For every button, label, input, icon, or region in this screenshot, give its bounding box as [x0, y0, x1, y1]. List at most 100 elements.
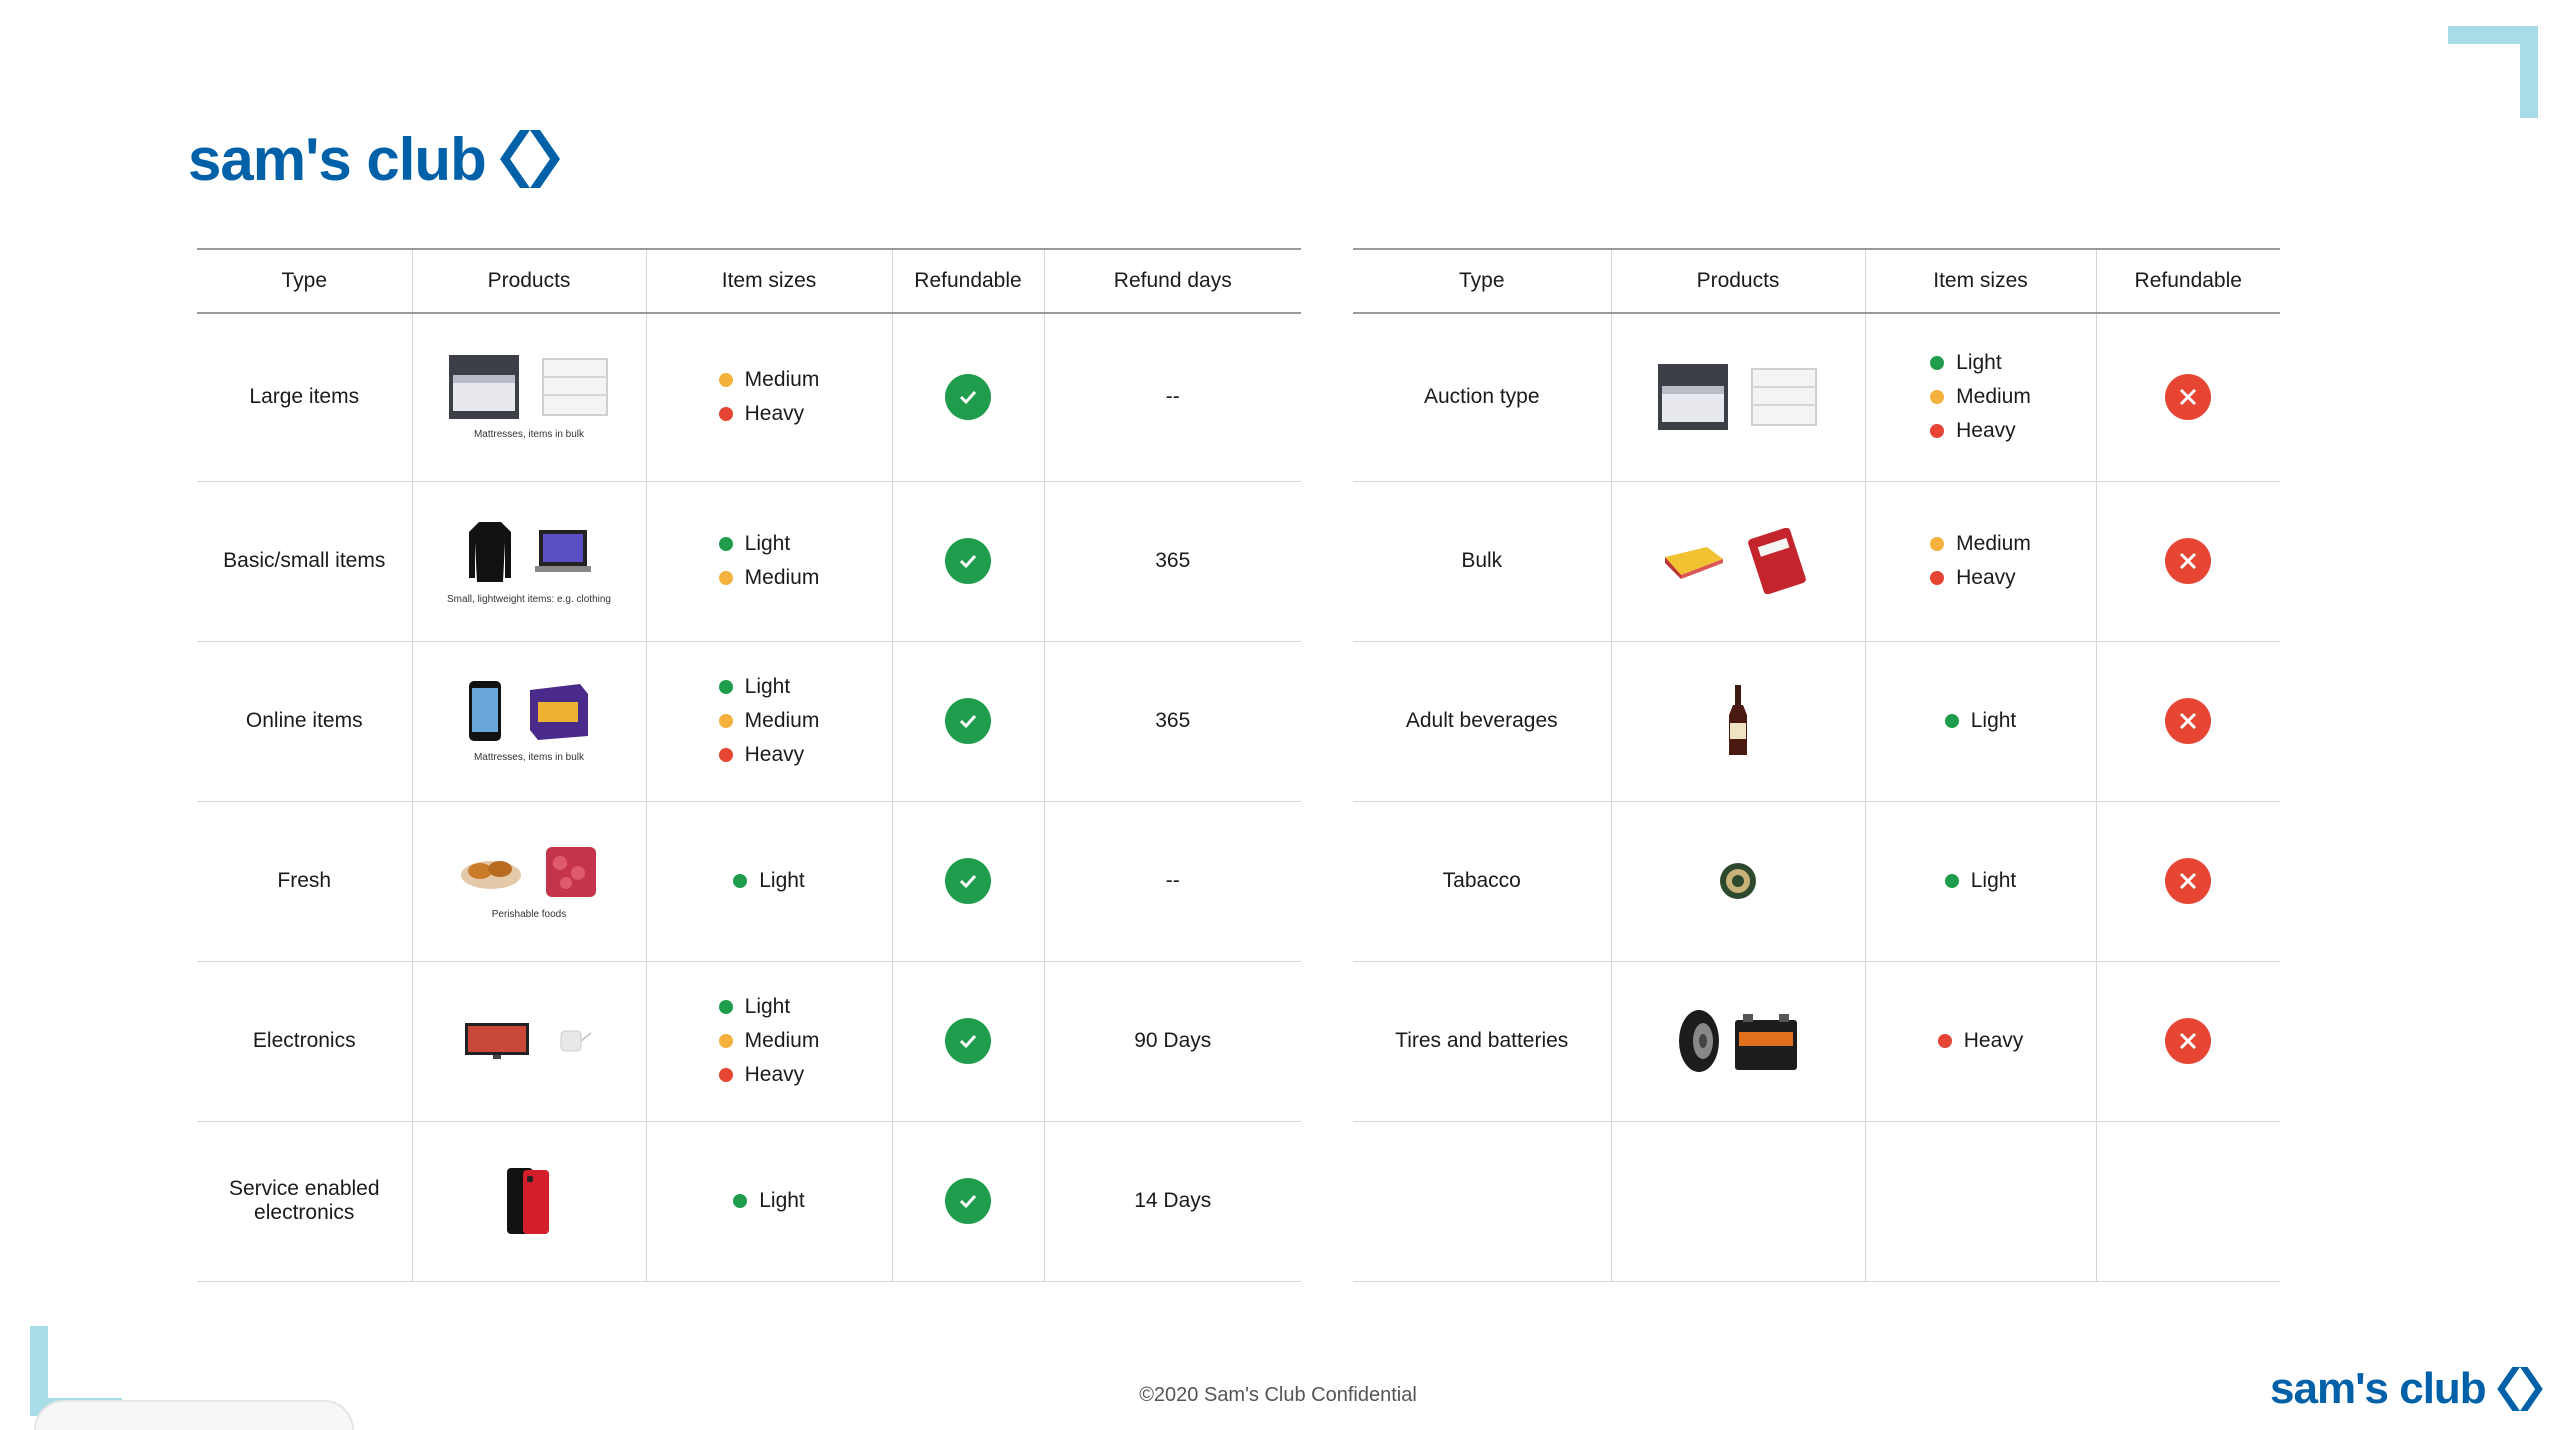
diamond-logo-icon [2496, 1367, 2543, 1411]
column-header: Refundable [2095, 248, 2280, 314]
refundable-cell [891, 481, 1044, 642]
tv-product-image [465, 1023, 529, 1059]
size-heavy: Heavy [1930, 419, 2031, 443]
tobacco-tin-product-image [1720, 863, 1756, 899]
table-row: Fresh Perishable foods Light -- [197, 801, 1301, 962]
table-row: Online items Mattresses, items in bulk L… [197, 641, 1301, 802]
refundable-cell [2095, 1121, 2280, 1282]
size-light: Light [1944, 709, 2016, 733]
product-caption: Perishable foods [491, 908, 567, 920]
refundable-cell [891, 313, 1044, 482]
smartphone-product-image [507, 1168, 549, 1234]
cross-icon [2165, 374, 2212, 421]
column-header: Item sizes [645, 248, 892, 314]
size-light: Light [718, 995, 820, 1019]
table-row: Electronics Light Medium Heavy 90 Days [197, 961, 1301, 1122]
column-header: Item sizes [1864, 248, 2096, 314]
check-icon [945, 698, 991, 744]
refund-days-cell: 14 Days [1043, 1121, 1301, 1282]
medium-dot-icon [1930, 537, 1945, 551]
raspberries-product-image [546, 846, 596, 897]
diamond-logo-icon [499, 130, 560, 188]
type-cell: Electronics [197, 961, 412, 1122]
products-cell [411, 961, 646, 1122]
product-caption: Mattresses, items in bulk [473, 751, 585, 763]
non-refundable-items-table: Type Products Item sizes Refundable Auct… [1353, 248, 2280, 1282]
item-sizes-cell: Light Medium Heavy [1864, 313, 2096, 482]
size-heavy: Heavy [718, 743, 820, 767]
dresser-product-image [1751, 368, 1817, 427]
size-medium: Medium [718, 566, 819, 590]
medium-dot-icon [718, 714, 733, 728]
medium-dot-icon [718, 571, 733, 585]
column-header: Type [1353, 248, 1611, 314]
item-sizes-cell: Light Medium Heavy [645, 961, 892, 1122]
mattress-product-image [1658, 364, 1728, 431]
type-cell: Basic/small items [197, 481, 412, 642]
sweater-product-image [469, 521, 511, 582]
corner-accent-top-right [2448, 26, 2538, 118]
refundable-cell [891, 801, 1044, 962]
item-sizes-cell: Light Medium [645, 481, 892, 642]
size-medium: Medium [718, 709, 819, 733]
confidential-footer: ©2020 Sam's Club Confidential [1139, 1384, 1417, 1406]
table-row: Tires and batteries Heavy [1353, 961, 2280, 1122]
gum-pack-product-image [1748, 528, 1806, 594]
cross-icon [2165, 698, 2212, 744]
refundable-cell [2095, 313, 2280, 482]
item-sizes-cell [1864, 1121, 2096, 1282]
snack-box-product-image [530, 683, 588, 740]
size-light: Light [718, 675, 820, 699]
refundable-items-table: Type Products Item sizes Refundable Refu… [197, 248, 1301, 1282]
cross-icon [2165, 1018, 2212, 1064]
refundable-cell [891, 1121, 1044, 1282]
table-header-row: Type Products Item sizes Refundable Refu… [197, 248, 1301, 314]
medium-dot-icon [1930, 390, 1945, 405]
refundable-cell [2095, 481, 2280, 642]
type-cell: Adult beverages [1353, 641, 1611, 802]
size-heavy: Heavy [718, 402, 820, 426]
type-cell: Tires and batteries [1353, 961, 1611, 1122]
column-header: Refundable [891, 248, 1044, 314]
column-header: Refund days [1043, 248, 1301, 314]
product-caption: Small, lightweight items: e.g. clothing [447, 593, 611, 605]
products-cell: Small, lightweight items: e.g. clothing [411, 481, 646, 642]
mattress-product-image [449, 354, 519, 419]
refund-days-cell: -- [1043, 801, 1301, 962]
table-row: Large items Mattresses, items in bulk Me… [197, 313, 1301, 482]
type-cell: Service enabled electronics [197, 1121, 412, 1282]
products-cell: Mattresses, items in bulk [411, 641, 646, 802]
medium-dot-icon [718, 1034, 733, 1048]
brand-logo: sam's club [188, 126, 566, 193]
light-dot-icon [718, 680, 733, 694]
type-cell: Online items [197, 641, 412, 802]
column-header: Type [197, 248, 412, 314]
refundable-cell [2095, 801, 2280, 962]
heavy-dot-icon [718, 407, 733, 422]
size-light: Light [1944, 869, 2016, 893]
refund-days-cell: 365 [1043, 481, 1301, 642]
size-light: Light [718, 532, 820, 556]
check-icon [945, 1018, 991, 1064]
light-dot-icon [733, 1193, 748, 1208]
laptop-product-image [535, 529, 591, 572]
item-sizes-cell: Light [645, 1121, 892, 1282]
size-heavy: Heavy [1930, 566, 2031, 590]
refundable-cell [891, 641, 1044, 802]
medium-dot-icon [718, 373, 733, 388]
products-cell: Perishable foods [411, 801, 646, 962]
products-cell [1610, 801, 1865, 962]
table-row: Adult beverages Light [1353, 641, 2280, 802]
column-header: Products [1610, 248, 1865, 314]
heavy-dot-icon [718, 748, 733, 762]
size-light: Light [733, 1189, 805, 1213]
products-cell [411, 1121, 646, 1282]
table-row-empty [1353, 1121, 2280, 1282]
size-light: Light [1930, 351, 2031, 375]
size-medium: Medium [718, 368, 819, 392]
tire-product-image [1679, 1010, 1719, 1072]
check-icon [945, 538, 991, 584]
size-medium: Medium [1930, 532, 2031, 556]
table-header-row: Type Products Item sizes Refundable [1353, 248, 2280, 314]
refund-days-cell: 365 [1043, 641, 1301, 802]
